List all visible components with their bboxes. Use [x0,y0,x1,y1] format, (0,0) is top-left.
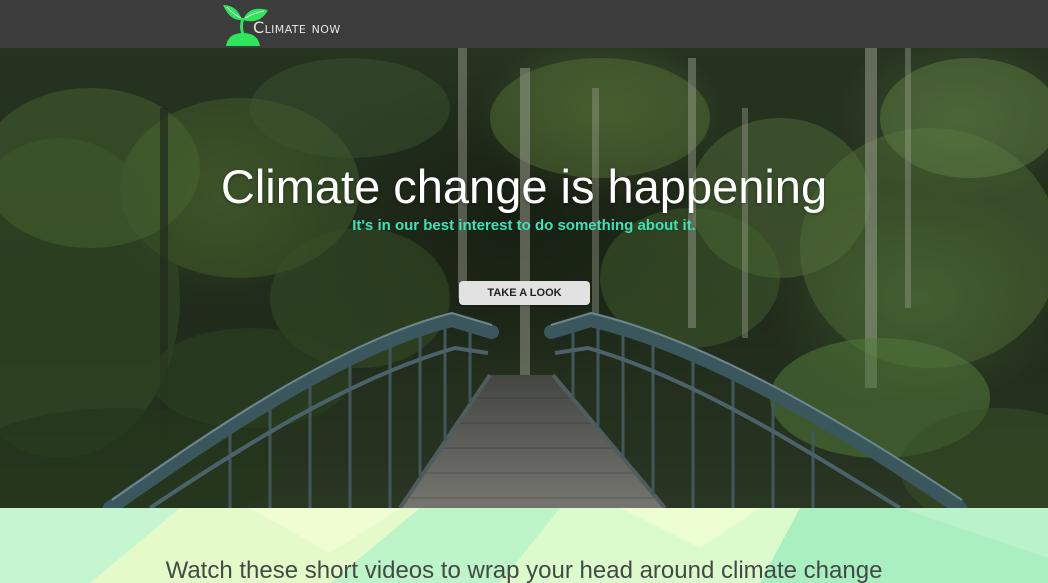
logo-stem [240,17,245,35]
hero-title: Climate change is happening [220,160,828,213]
hero-subtitle: It's in our best interest to do somethin… [352,217,696,234]
hero-background-scene [0,48,1048,508]
hero-section: Climate change is happening It's in our … [0,48,1048,508]
top-navbar: Climate now [0,0,1048,48]
videos-section-heading: Watch these short videos to wrap your he… [165,557,883,583]
videos-section: Watch these short videos to wrap your he… [0,508,1048,583]
brand-name: Climate now [253,18,341,37]
take-a-look-button[interactable]: TAKE A LOOK [459,281,590,305]
photo-shade-overlay [0,48,1048,508]
brand-link[interactable]: Climate now [221,2,351,46]
